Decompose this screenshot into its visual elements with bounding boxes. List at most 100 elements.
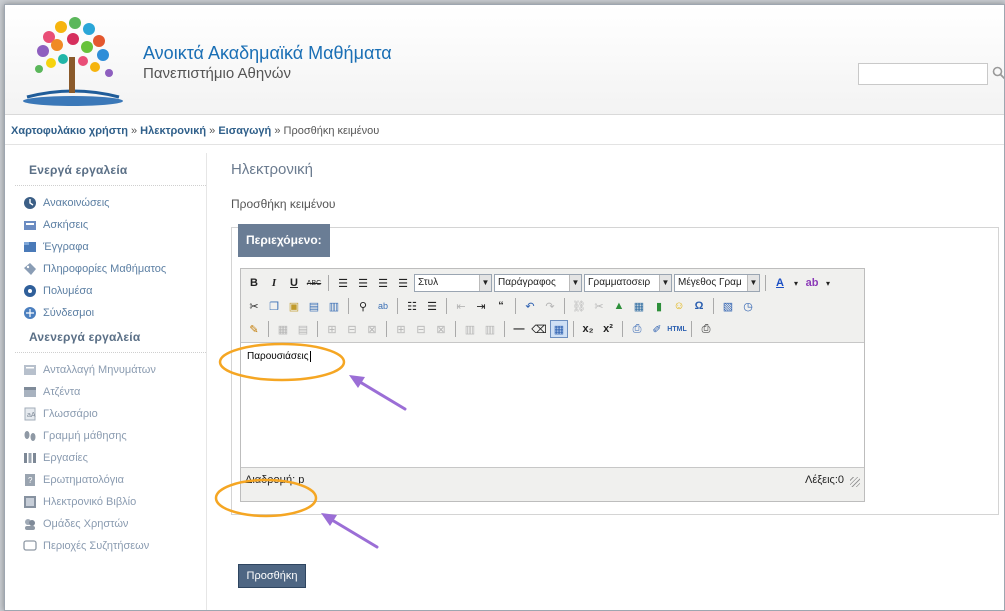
underline-icon[interactable]: U xyxy=(285,274,303,292)
messages-icon xyxy=(24,365,36,375)
chevron-down-icon[interactable]: ▾ xyxy=(791,274,801,292)
sidebar-item-glossary[interactable]: aA Γλωσσάριο xyxy=(15,403,206,425)
ebook-icon xyxy=(24,496,36,508)
numbered-list-icon[interactable]: ☰ xyxy=(423,297,441,315)
format-select[interactable]: Παράγραφος ▼ xyxy=(494,274,582,292)
visual-grid-icon[interactable]: ▦ xyxy=(550,320,568,338)
sidebar-item-label: Πολυμέσα xyxy=(43,285,93,297)
breadcrumb-intro[interactable]: Εισαγωγή xyxy=(218,125,271,137)
sidebar-item-exercises[interactable]: Ασκήσεις xyxy=(15,214,206,236)
unlink-icon[interactable]: ✂ xyxy=(590,297,608,315)
outdent-icon[interactable]: ⇤ xyxy=(452,297,470,315)
breadcrumb-portfolio[interactable]: Χαρτοφυλάκιο χρήστη xyxy=(11,125,128,137)
sidebar-item-questionnaires[interactable]: ? Ερωτηματολόγια xyxy=(15,469,206,491)
search-icon[interactable] xyxy=(992,66,1005,80)
text-cursor xyxy=(309,351,311,362)
announcements-icon xyxy=(24,197,36,209)
image-icon[interactable]: ▲ xyxy=(610,297,628,315)
insert-row-icon[interactable]: ⊞ xyxy=(323,320,341,338)
remove-format-icon[interactable]: ⌫ xyxy=(530,320,548,338)
breadcrumb-course[interactable]: Ηλεκτρονική xyxy=(140,125,206,137)
bold-icon[interactable]: B xyxy=(245,274,263,292)
html-source-icon[interactable]: HTML xyxy=(667,320,686,338)
subscript-icon[interactable]: x₂ xyxy=(579,320,597,338)
find-icon[interactable]: ⚲ xyxy=(354,297,372,315)
undo-icon[interactable]: ↶ xyxy=(521,297,539,315)
blockquote-icon[interactable]: “ xyxy=(492,297,510,315)
sidebar-item-documents[interactable]: Έγγραφα xyxy=(15,236,206,258)
site-logo[interactable] xyxy=(19,15,127,107)
add-button[interactable]: Προσθήκη xyxy=(238,564,306,588)
resize-grip-icon[interactable] xyxy=(850,477,860,487)
paste-text-icon[interactable]: ▤ xyxy=(305,297,323,315)
sidebar-item-course-info[interactable]: Πληροφορίες Μαθήματος xyxy=(15,258,206,280)
app-window: Ανοικτά Ακαδημαϊκά Μαθήματα Πανεπιστήμιο… xyxy=(4,4,1005,611)
anchor-icon[interactable]: ▥ xyxy=(481,320,499,338)
indent-icon[interactable]: ⇥ xyxy=(472,297,490,315)
superscript-icon[interactable]: x² xyxy=(599,320,617,338)
bullet-list-icon[interactable]: ☷ xyxy=(403,297,421,315)
align-left-icon[interactable]: ☰ xyxy=(334,274,352,292)
sidebar-item-links[interactable]: Σύνδεσμοι xyxy=(15,302,206,324)
font-select-value: Γραμματοσειρ xyxy=(588,277,651,288)
template-icon[interactable]: ▧ xyxy=(719,297,737,315)
font-select[interactable]: Γραμματοσειρ ▼ xyxy=(584,274,672,292)
style-select[interactable]: Στυλ ▼ xyxy=(414,274,492,292)
editor-content-area[interactable]: Παρουσιάσεις xyxy=(241,342,864,468)
paste-word-icon[interactable]: ▥ xyxy=(325,297,343,315)
sidebar-item-label: Ηλεκτρονικό Βιβλίο xyxy=(43,496,137,508)
copy-icon[interactable]: ❐ xyxy=(265,297,283,315)
toolbar-separator xyxy=(691,321,692,337)
datetime-icon[interactable]: ◷ xyxy=(739,297,757,315)
editor-content-text: Παρουσιάσεις xyxy=(247,351,309,362)
flash-icon[interactable]: ▮ xyxy=(650,297,668,315)
redo-icon[interactable]: ↷ xyxy=(541,297,559,315)
italic-icon[interactable]: I xyxy=(265,274,283,292)
print-icon[interactable]: ⎙ xyxy=(697,320,715,338)
cleanup-icon[interactable]: ✐ xyxy=(648,320,666,338)
site-title[interactable]: Ανοικτά Ακαδημαϊκά Μαθήματα xyxy=(143,43,392,64)
align-justify-icon[interactable]: ☰ xyxy=(394,274,412,292)
special-char-icon[interactable]: Ω xyxy=(690,297,708,315)
delete-row-icon[interactable]: ⊟ xyxy=(343,320,361,338)
sidebar-item-announcements[interactable]: Ανακοινώσεις xyxy=(15,192,206,214)
split-cells-icon[interactable]: ⊠ xyxy=(363,320,381,338)
cut-icon[interactable]: ✂ xyxy=(245,297,263,315)
highlight-color-icon[interactable]: ab xyxy=(803,274,821,292)
sidebar-item-user-groups[interactable]: Ομάδες Χρηστών xyxy=(15,513,206,535)
sidebar-item-messages[interactable]: Ανταλλαγή Μηνυμάτων xyxy=(15,359,206,381)
align-center-icon[interactable]: ☰ xyxy=(354,274,372,292)
paste-icon[interactable]: ▣ xyxy=(285,297,303,315)
font-size-select[interactable]: Μέγεθος Γραμ ▼ xyxy=(674,274,760,292)
strikethrough-icon[interactable]: ABC xyxy=(305,274,323,292)
preview-icon[interactable]: ⎙ xyxy=(628,320,646,338)
sidebar-item-assignments[interactable]: Εργασίες xyxy=(15,447,206,469)
visual-aid-icon[interactable]: ▥ xyxy=(461,320,479,338)
multimedia-icon xyxy=(24,285,36,297)
table-icon[interactable]: ▦ xyxy=(274,320,292,338)
sidebar-item-ebook[interactable]: Ηλεκτρονικό Βιβλίο xyxy=(15,491,206,513)
horizontal-rule-icon[interactable]: — xyxy=(510,320,528,338)
insert-col-icon[interactable]: ⊞ xyxy=(392,320,410,338)
sidebar-item-agenda[interactable]: Ατζέντα xyxy=(15,381,206,403)
sidebar-item-multimedia[interactable]: Πολυμέσα xyxy=(15,280,206,302)
delete-col-icon[interactable]: ⊟ xyxy=(412,320,430,338)
media-icon[interactable]: ▦ xyxy=(630,297,648,315)
chevron-down-icon: ▼ xyxy=(747,275,759,291)
chevron-down-icon[interactable]: ▾ xyxy=(823,274,833,292)
edit-css-icon[interactable]: ✎ xyxy=(245,320,263,338)
merge-cells-icon[interactable]: ⊠ xyxy=(432,320,450,338)
search-input[interactable] xyxy=(858,63,988,85)
text-color-icon[interactable]: A xyxy=(771,274,789,292)
sidebar-item-learning-path[interactable]: Γραμμή μάθησης xyxy=(15,425,206,447)
chevron-down-icon: ▼ xyxy=(659,275,671,291)
toolbar-separator xyxy=(348,298,349,314)
link-icon[interactable]: ⛓ xyxy=(570,297,588,315)
table-row-icon[interactable]: ▤ xyxy=(294,320,312,338)
align-right-icon[interactable]: ☰ xyxy=(374,274,392,292)
replace-icon[interactable]: ab xyxy=(374,297,392,315)
breadcrumb-separator: » xyxy=(274,125,281,137)
sidebar-item-forum[interactable]: Περιοχές Συζητήσεων xyxy=(15,535,206,557)
sidebar-item-label: Σύνδεσμοι xyxy=(43,307,95,319)
emoticon-icon[interactable]: ☺ xyxy=(670,297,688,315)
